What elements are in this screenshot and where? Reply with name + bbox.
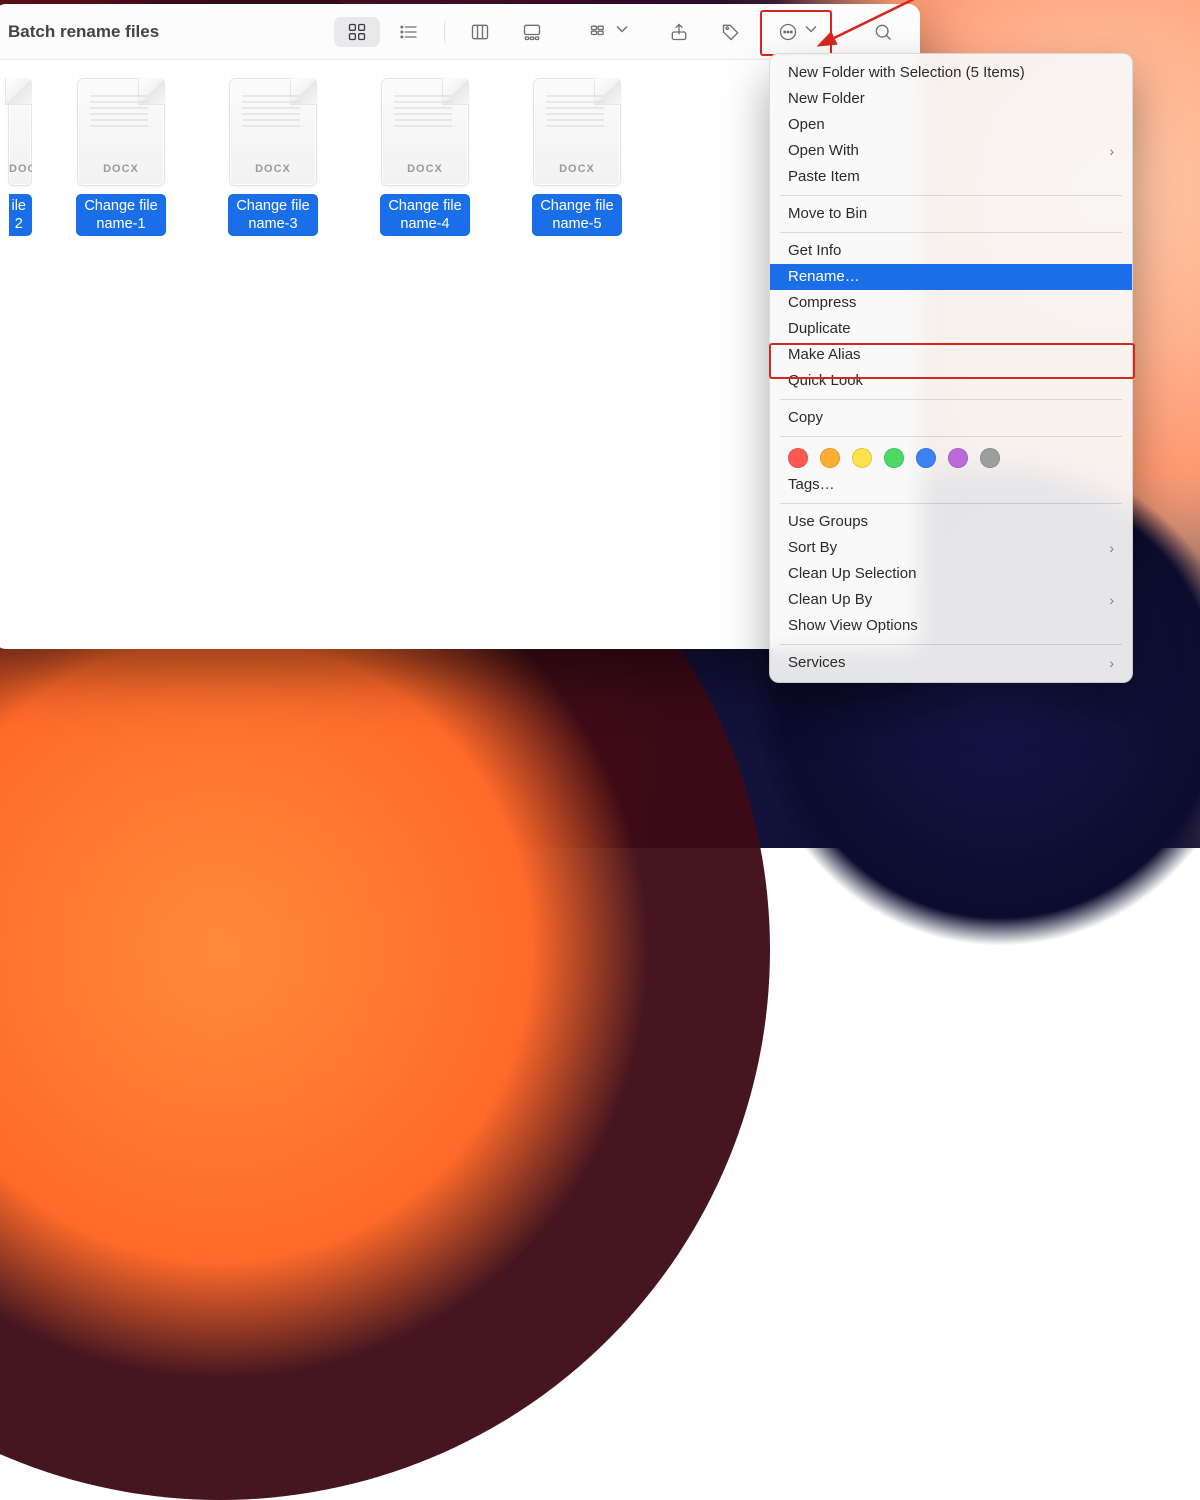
file-label: Change filename-5 (532, 194, 621, 236)
tag-color[interactable] (980, 448, 1000, 468)
menu-item[interactable]: Show View Options (770, 613, 1132, 639)
menu-item-label: Open (788, 112, 825, 138)
gallery-icon (522, 22, 542, 42)
view-columns-button[interactable] (457, 17, 503, 47)
menu-item-label: Services (788, 650, 846, 676)
menu-item-label: Get Info (788, 238, 841, 264)
menu-item[interactable]: Sort By › (770, 535, 1132, 561)
document-icon: DOCX (8, 78, 32, 186)
menu-item[interactable]: Duplicate (770, 316, 1132, 342)
view-mode-group (334, 17, 555, 47)
file-item[interactable]: DOCX Change filename-4 (362, 78, 488, 236)
more-actions-button[interactable] (768, 17, 830, 47)
columns-icon (470, 22, 490, 42)
menu-item-label: Rename… (788, 264, 860, 290)
file-label: Change filename-1 (76, 194, 165, 236)
group-icon (589, 22, 609, 42)
file-extension: DOCX (230, 163, 316, 175)
menu-item-label: Use Groups (788, 509, 868, 535)
tag-color[interactable] (884, 448, 904, 468)
menu-item[interactable]: Use Groups (770, 509, 1132, 535)
menu-item-label: New Folder with Selection (5 Items) (788, 60, 1025, 86)
menu-item[interactable]: Move to Bin (770, 201, 1132, 227)
menu-item[interactable]: Tags… (770, 472, 1132, 498)
menu-item[interactable]: Make Alias (770, 342, 1132, 368)
menu-item[interactable]: Paste Item (770, 164, 1132, 190)
file-extension: DOCX (78, 163, 164, 175)
chevron-down-icon (801, 19, 821, 44)
group-by-button[interactable] (583, 17, 638, 47)
menu-item[interactable]: Get Info (770, 238, 1132, 264)
menu-item[interactable]: Compress (770, 290, 1132, 316)
file-item[interactable]: DOCX Change filename-1 (58, 78, 184, 236)
file-extension: DOCX (382, 163, 468, 175)
tag-color[interactable] (948, 448, 968, 468)
file-item[interactable]: DOCX ile2 (2, 78, 32, 236)
menu-item-label: Quick Look (788, 368, 863, 394)
menu-item-label: Open With (788, 138, 859, 164)
tag-color[interactable] (852, 448, 872, 468)
menu-item[interactable]: New Folder with Selection (5 Items) (770, 60, 1132, 86)
menu-item[interactable]: Rename… (770, 264, 1132, 290)
menu-item-label: Paste Item (788, 164, 860, 190)
grid-icon (347, 22, 367, 42)
tag-color[interactable] (820, 448, 840, 468)
menu-item-label: New Folder (788, 86, 865, 112)
context-menu: New Folder with Selection (5 Items)New F… (769, 53, 1133, 683)
view-list-button[interactable] (386, 17, 432, 47)
menu-item-label: Show View Options (788, 613, 918, 639)
menu-item[interactable]: Open (770, 112, 1132, 138)
window-title: Batch rename files (8, 22, 159, 42)
menu-item-label: Make Alias (788, 342, 861, 368)
tag-color[interactable] (788, 448, 808, 468)
menu-item[interactable]: Copy (770, 405, 1132, 431)
search-button[interactable] (860, 17, 906, 47)
file-extension: DOCX (534, 163, 620, 175)
ellipsis-circle-icon (778, 22, 798, 42)
menu-item-label: Compress (788, 290, 856, 316)
chevron-right-icon: › (1109, 650, 1114, 676)
view-icons-button[interactable] (334, 17, 380, 47)
document-icon: DOCX (533, 78, 621, 186)
document-icon: DOCX (229, 78, 317, 186)
view-gallery-button[interactable] (509, 17, 555, 47)
tags-button[interactable] (708, 17, 754, 47)
menu-item-label: Clean Up Selection (788, 561, 916, 587)
share-button[interactable] (656, 17, 702, 47)
chevron-down-icon (612, 19, 632, 44)
chevron-right-icon: › (1109, 587, 1114, 613)
menu-item-label: Duplicate (788, 316, 851, 342)
menu-item-label: Move to Bin (788, 201, 867, 227)
menu-item[interactable]: Services › (770, 650, 1132, 676)
search-icon (873, 22, 893, 42)
tag-color[interactable] (916, 448, 936, 468)
document-icon: DOCX (77, 78, 165, 186)
menu-item[interactable]: Open With › (770, 138, 1132, 164)
menu-item-label: Tags… (788, 472, 835, 498)
file-label: ile2 (9, 194, 32, 236)
menu-item[interactable]: Clean Up By › (770, 587, 1132, 613)
menu-item[interactable]: Quick Look (770, 368, 1132, 394)
file-label: Change filename-4 (380, 194, 469, 236)
menu-item-label: Clean Up By (788, 587, 872, 613)
menu-item[interactable]: New Folder (770, 86, 1132, 112)
document-icon: DOCX (381, 78, 469, 186)
tag-color-row (770, 442, 1132, 472)
chevron-right-icon: › (1109, 535, 1114, 561)
file-label: Change filename-3 (228, 194, 317, 236)
chevron-right-icon: › (1109, 138, 1114, 164)
share-icon (669, 22, 689, 42)
menu-item-label: Sort By (788, 535, 837, 561)
file-extension: DOCX (9, 163, 31, 175)
list-icon (399, 22, 419, 42)
finder-toolbar: Batch rename files (0, 4, 920, 60)
menu-item-label: Copy (788, 405, 823, 431)
file-item[interactable]: DOCX Change filename-5 (514, 78, 640, 236)
tag-icon (721, 22, 741, 42)
menu-item[interactable]: Clean Up Selection (770, 561, 1132, 587)
file-item[interactable]: DOCX Change filename-3 (210, 78, 336, 236)
